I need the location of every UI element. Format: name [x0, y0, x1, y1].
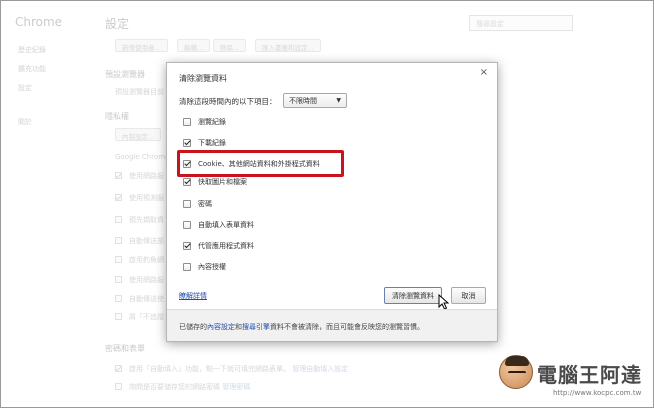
- mouse-cursor-icon: [438, 294, 450, 310]
- checkbox[interactable]: [183, 200, 191, 208]
- window-frame: Chrome 歷史紀錄 擴充功能 設定 關於 設定 搜尋設定 新增使用者... …: [0, 0, 654, 408]
- dialog-title: 清除瀏覽資料: [179, 74, 227, 83]
- clear-browsing-data-button[interactable]: 清除瀏覽資料: [384, 287, 442, 304]
- content-settings-link[interactable]: 內容設定: [207, 323, 235, 331]
- watermark-url: http://www.kocpc.com.tw: [553, 389, 642, 397]
- time-range-select[interactable]: 不限時間 ▼: [283, 93, 347, 108]
- close-icon[interactable]: ×: [480, 67, 488, 78]
- checkbox[interactable]: [183, 221, 191, 229]
- option-passwords[interactable]: 密碼: [183, 198, 212, 210]
- time-range-value: 不限時間: [289, 96, 317, 105]
- mascot-face-icon: [499, 355, 533, 389]
- checkbox[interactable]: [183, 139, 191, 147]
- option-label: 密碼: [198, 200, 212, 208]
- watermark-name: 電腦王阿達: [537, 363, 642, 387]
- option-label: 自動填入表單資料: [198, 221, 254, 229]
- clear-browsing-data-dialog: 清除瀏覽資料 × 清除這段時間內的以下項目： 不限時間 ▼ 瀏覽紀錄 下載紀錄 …: [166, 62, 498, 342]
- option-label: 瀏覽紀錄: [198, 118, 226, 126]
- search-engines-link[interactable]: 搜尋引擎: [242, 323, 270, 331]
- option-label: 代管應用程式資料: [198, 242, 254, 250]
- learn-more-link[interactable]: 瞭解詳情: [179, 291, 207, 301]
- dialog-footer: 已儲存的內容設定和搜尋引擎資料不會被清除，而且可能會反映您的瀏覽習慣。: [167, 309, 497, 341]
- option-content-licenses[interactable]: 內容授權: [183, 261, 226, 273]
- option-cache[interactable]: 快取圖片和檔案: [183, 176, 247, 188]
- checkbox[interactable]: [183, 118, 191, 126]
- option-hosted-app-data[interactable]: 代管應用程式資料: [183, 240, 254, 252]
- checkbox[interactable]: [183, 178, 191, 186]
- option-autofill[interactable]: 自動填入表單資料: [183, 219, 254, 231]
- option-label: 下載紀錄: [198, 139, 226, 147]
- time-range-label: 清除這段時間內的以下項目：: [179, 97, 277, 106]
- option-browsing-history[interactable]: 瀏覽紀錄: [183, 116, 226, 128]
- option-label: 內容授權: [198, 263, 226, 271]
- watermark-logo: 電腦王阿達 http://www.kocpc.com.tw: [497, 353, 647, 405]
- checkbox[interactable]: [183, 242, 191, 250]
- option-download-history[interactable]: 下載紀錄: [183, 137, 226, 149]
- highlight-box: [177, 150, 344, 177]
- option-label: 快取圖片和檔案: [198, 178, 247, 186]
- chevron-down-icon: ▼: [336, 97, 341, 104]
- checkbox[interactable]: [183, 263, 191, 271]
- cancel-button[interactable]: 取消: [451, 287, 486, 304]
